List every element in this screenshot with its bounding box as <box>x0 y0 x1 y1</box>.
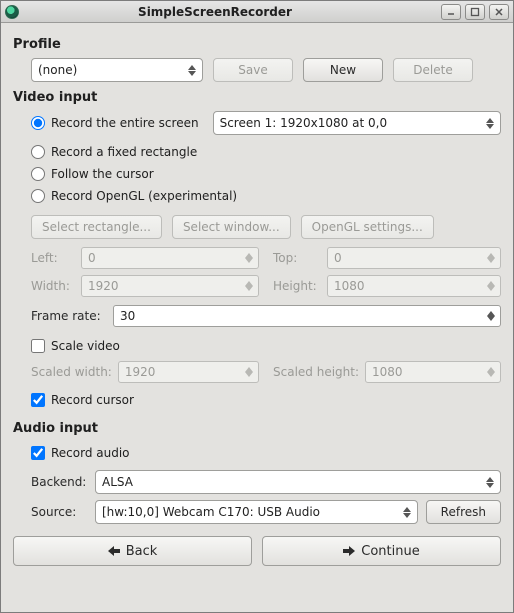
frame-rate-field[interactable]: 30 <box>113 305 501 327</box>
scaled-height-label: Scaled height: <box>273 365 359 379</box>
screen-select[interactable]: Screen 1: 1920x1080 at 0,0 <box>213 111 501 135</box>
arrow-left-icon <box>108 546 120 556</box>
scaled-width-label: Scaled width: <box>31 365 112 379</box>
radio-follow-cursor-label: Follow the cursor <box>51 167 154 181</box>
radio-fixed-rectangle-label: Record a fixed rectangle <box>51 145 197 159</box>
record-cursor-input[interactable] <box>31 393 45 407</box>
continue-label: Continue <box>361 544 419 559</box>
frame-rate-value: 30 <box>120 309 484 323</box>
backend-value: ALSA <box>102 475 482 489</box>
radio-follow-cursor-input[interactable] <box>31 167 45 181</box>
back-label: Back <box>126 544 158 559</box>
continue-button[interactable]: Continue <box>262 536 501 566</box>
updown-icon <box>482 118 498 129</box>
record-cursor-label: Record cursor <box>51 393 134 407</box>
radio-fixed-rectangle-input[interactable] <box>31 145 45 159</box>
audio-heading: Audio input <box>13 421 501 436</box>
radio-entire-screen-input[interactable] <box>31 116 45 130</box>
source-value: [hw:10,0] Webcam C170: USB Audio <box>102 505 399 519</box>
top-value: 0 <box>334 251 484 265</box>
radio-opengl-input[interactable] <box>31 189 45 203</box>
spin-icon <box>484 311 498 321</box>
arrow-right-icon <box>343 546 355 556</box>
save-button: Save <box>213 58 293 82</box>
scaled-width-field: 1920 <box>118 361 259 383</box>
scaled-height-value: 1080 <box>372 365 484 379</box>
scaled-width-value: 1920 <box>125 365 242 379</box>
spin-icon <box>484 281 498 291</box>
left-label: Left: <box>31 251 75 265</box>
select-window-button: Select window... <box>172 215 291 239</box>
refresh-button[interactable]: Refresh <box>426 500 501 524</box>
height-field: 1080 <box>327 275 501 297</box>
minimize-button[interactable] <box>441 4 461 20</box>
source-select[interactable]: [hw:10,0] Webcam C170: USB Audio <box>95 500 418 524</box>
height-label: Height: <box>273 279 321 293</box>
frame-rate-label: Frame rate: <box>31 309 105 323</box>
spin-icon <box>484 367 498 377</box>
updown-icon <box>482 477 498 488</box>
radio-follow-cursor[interactable]: Follow the cursor <box>31 163 501 185</box>
record-audio-input[interactable] <box>31 446 45 460</box>
titlebar: SimpleScreenRecorder <box>1 1 513 23</box>
left-value: 0 <box>88 251 242 265</box>
source-label: Source: <box>31 505 87 519</box>
width-value: 1920 <box>88 279 242 293</box>
record-audio-label: Record audio <box>51 446 130 460</box>
window-title: SimpleScreenRecorder <box>25 5 441 19</box>
profile-select[interactable]: (none) <box>31 58 203 82</box>
backend-label: Backend: <box>31 475 87 489</box>
radio-entire-screen-label: Record the entire screen <box>51 116 199 130</box>
radio-opengl-label: Record OpenGL (experimental) <box>51 189 237 203</box>
height-value: 1080 <box>334 279 484 293</box>
profile-heading: Profile <box>13 37 501 52</box>
radio-fixed-rectangle[interactable]: Record a fixed rectangle <box>31 141 501 163</box>
profile-select-value: (none) <box>38 63 184 77</box>
scale-video-label: Scale video <box>51 339 120 353</box>
spin-icon <box>242 253 256 263</box>
new-button[interactable]: New <box>303 58 383 82</box>
delete-button: Delete <box>393 58 473 82</box>
width-field: 1920 <box>81 275 259 297</box>
screen-select-value: Screen 1: 1920x1080 at 0,0 <box>220 116 482 130</box>
select-rectangle-button: Select rectangle... <box>31 215 162 239</box>
video-heading: Video input <box>13 90 501 105</box>
spin-icon <box>242 281 256 291</box>
spin-icon <box>484 253 498 263</box>
close-button[interactable] <box>489 4 509 20</box>
maximize-button[interactable] <box>465 4 485 20</box>
top-field: 0 <box>327 247 501 269</box>
width-label: Width: <box>31 279 75 293</box>
top-label: Top: <box>273 251 321 265</box>
left-field: 0 <box>81 247 259 269</box>
app-icon <box>5 5 19 19</box>
scale-video-input[interactable] <box>31 339 45 353</box>
back-button[interactable]: Back <box>13 536 252 566</box>
radio-entire-screen[interactable]: Record the entire screen <box>31 112 199 134</box>
scaled-height-field: 1080 <box>365 361 501 383</box>
spin-icon <box>242 367 256 377</box>
updown-icon <box>184 65 200 76</box>
record-audio-checkbox[interactable]: Record audio <box>31 442 501 464</box>
record-cursor-checkbox[interactable]: Record cursor <box>31 389 501 411</box>
radio-opengl[interactable]: Record OpenGL (experimental) <box>31 185 501 207</box>
opengl-settings-button: OpenGL settings... <box>301 215 434 239</box>
scale-video-checkbox[interactable]: Scale video <box>31 335 501 357</box>
updown-icon <box>399 507 415 518</box>
backend-select[interactable]: ALSA <box>95 470 501 494</box>
